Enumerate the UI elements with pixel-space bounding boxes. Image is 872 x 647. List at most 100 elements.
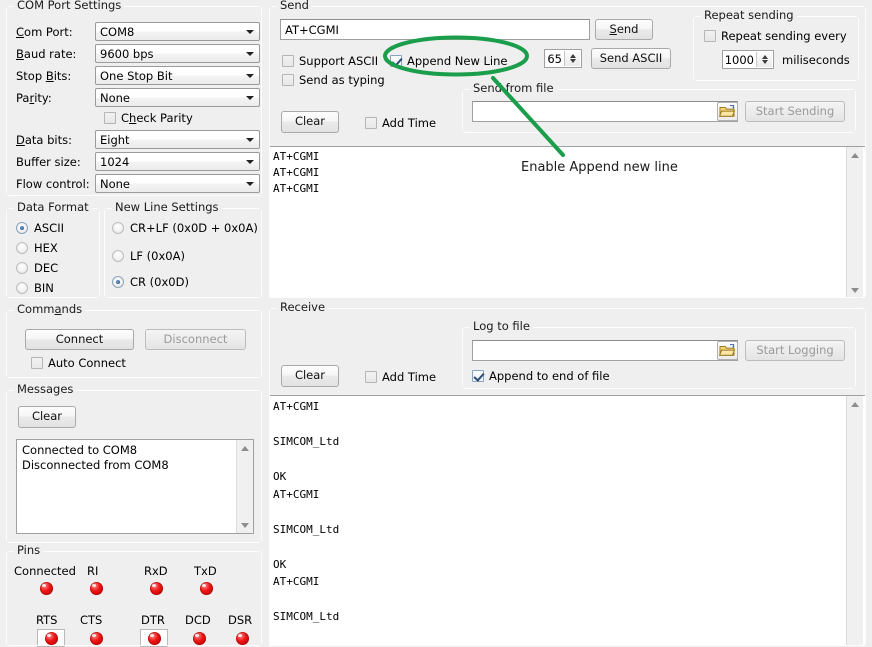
receive-clear-button[interactable]: Clear	[281, 365, 339, 387]
repeat-interval-value: 1000	[725, 53, 754, 67]
support-ascii-checkbox[interactable]: Support ASCII	[282, 54, 378, 68]
scroll-down-icon[interactable]	[237, 517, 253, 533]
pins-legend: Pins	[14, 544, 43, 556]
new-line-crlf[interactable]: CR+LF (0x0D + 0x0A)	[112, 221, 258, 235]
parity-label: Parity:	[16, 91, 52, 105]
auto-connect-label: Auto Connect	[48, 356, 126, 370]
send-clear-button[interactable]: Clear	[281, 111, 339, 133]
ascii-code-spinner[interactable]: 65	[544, 49, 582, 68]
append-new-line-checkbox[interactable]: Append New Line	[390, 54, 508, 68]
annotation-label: Enable Append new line	[521, 160, 678, 175]
new-line-cr[interactable]: CR (0x0D)	[112, 275, 189, 289]
checkbox-box	[365, 371, 377, 383]
spinner-up-icon	[762, 55, 768, 59]
log-file-browse-button[interactable]	[717, 341, 738, 360]
repeat-sending-checkbox[interactable]: Repeat sending every	[704, 29, 847, 43]
stop-bits-value: One Stop Bit	[100, 69, 172, 83]
check-parity-checkbox[interactable]: Check Parity	[104, 111, 193, 125]
disconnect-button[interactable]: Disconnect	[145, 329, 246, 350]
send-input[interactable]: AT+CGMI	[280, 19, 590, 40]
spinner-down-icon	[570, 59, 576, 63]
connect-button[interactable]: Connect	[25, 329, 134, 350]
start-logging-button[interactable]: Start Logging	[745, 340, 845, 361]
data-format-dec[interactable]: DEC	[16, 261, 58, 275]
parity-value: None	[100, 91, 130, 105]
data-format-ascii-label: ASCII	[34, 221, 64, 235]
data-bits-select[interactable]: Eight	[95, 130, 260, 149]
auto-connect-checkbox[interactable]: Auto Connect	[31, 356, 126, 370]
checkbox-box	[282, 74, 294, 86]
receive-output-scrollbar[interactable]	[846, 396, 863, 646]
folder-open-icon	[718, 103, 737, 120]
folder-open-icon	[718, 342, 737, 359]
check-parity-label: Check Parity	[121, 111, 193, 125]
send-ascii-label: Send ASCII	[600, 53, 663, 65]
radio-dot	[112, 276, 124, 288]
send-button-label: Send	[610, 24, 639, 36]
send-output-scrollbar[interactable]	[846, 147, 863, 298]
buffer-size-select[interactable]: 1024	[95, 152, 260, 171]
parity-select[interactable]: None	[95, 88, 260, 107]
repeat-units-label: miliseconds	[782, 53, 850, 67]
start-sending-button[interactable]: Start Sending	[745, 101, 845, 122]
new-line-lf[interactable]: LF (0x0A)	[112, 249, 185, 263]
flow-control-select[interactable]: None	[95, 174, 260, 193]
repeat-interval-spinner[interactable]: 1000	[722, 50, 774, 69]
radio-dot	[16, 282, 28, 294]
messages-scrollbar[interactable]	[236, 440, 253, 533]
pin-label-connected: Connected	[14, 564, 76, 578]
data-format-hex[interactable]: HEX	[16, 241, 58, 255]
receive-add-time-label: Add Time	[382, 370, 436, 384]
pin-led-cts	[90, 632, 103, 645]
send-file-path-input[interactable]	[472, 101, 738, 122]
messages-list[interactable]: Connected to COM8 Disconnected from COM8	[16, 439, 254, 534]
data-format-ascii[interactable]: ASCII	[16, 221, 64, 235]
checkbox-box	[104, 112, 116, 124]
scroll-down-icon[interactable]	[847, 282, 863, 298]
send-add-time-checkbox[interactable]: Add Time	[365, 116, 436, 130]
spinner-buttons[interactable]	[756, 52, 772, 67]
radio-dot	[112, 222, 124, 234]
send-group: Send AT+CGMI Send Support ASCII Append N…	[269, 6, 866, 298]
send-button[interactable]: Send	[595, 19, 653, 40]
spinner-buttons[interactable]	[564, 51, 580, 66]
baud-rate-select[interactable]: 9600 bps	[95, 44, 260, 63]
send-clear-label: Clear	[295, 116, 325, 128]
checkbox-box	[365, 117, 377, 129]
append-new-line-label: Append New Line	[407, 54, 508, 68]
receive-add-time-checkbox[interactable]: Add Time	[365, 370, 436, 384]
log-to-file-group: Log to file Start Logging Append to end …	[462, 327, 856, 389]
serial-terminal-window: COM Port Settings Com Port: Baud rate: S…	[0, 0, 872, 646]
log-to-file-legend: Log to file	[470, 320, 533, 332]
scroll-up-icon[interactable]	[847, 396, 863, 412]
repeat-sending-legend: Repeat sending	[701, 9, 797, 21]
send-ascii-button[interactable]: Send ASCII	[591, 48, 671, 69]
data-format-legend: Data Format	[14, 201, 92, 213]
pin-label-ri: RI	[87, 564, 98, 578]
scroll-up-icon[interactable]	[847, 147, 863, 163]
scroll-up-icon[interactable]	[237, 440, 253, 456]
data-format-bin[interactable]: BIN	[16, 281, 54, 295]
receive-output-area[interactable]: AT+CGMI SIMCOM_Ltd OK AT+CGMI SIMCOM_Ltd…	[269, 395, 865, 646]
messages-clear-button[interactable]: Clear	[18, 406, 76, 428]
pin-label-cts: CTS	[80, 613, 102, 627]
stop-bits-select[interactable]: One Stop Bit	[95, 66, 260, 85]
checkbox-box	[31, 357, 43, 369]
new-line-crlf-label: CR+LF (0x0D + 0x0A)	[130, 221, 258, 235]
chevron-down-icon	[246, 30, 254, 34]
append-end-of-file-checkbox[interactable]: Append to end of file	[472, 369, 610, 383]
repeat-sending-label: Repeat sending every	[721, 29, 847, 43]
pin-led-txd	[200, 582, 213, 595]
new-line-settings-legend: New Line Settings	[112, 201, 222, 213]
log-file-path-input[interactable]	[472, 340, 738, 361]
start-logging-label: Start Logging	[756, 345, 833, 357]
pin-label-dcd: DCD	[185, 613, 211, 627]
buffer-size-label: Buffer size:	[16, 155, 81, 169]
com-port-select[interactable]: COM8	[95, 22, 260, 41]
append-end-of-file-label: Append to end of file	[489, 369, 610, 383]
send-as-typing-checkbox[interactable]: Send as typing	[282, 73, 385, 87]
baud-rate-label: Baud rate:	[16, 47, 76, 61]
receive-legend: Receive	[277, 301, 328, 313]
send-file-browse-button[interactable]	[717, 102, 738, 121]
data-format-group: Data Format ASCII HEX DEC BIN	[6, 208, 100, 298]
